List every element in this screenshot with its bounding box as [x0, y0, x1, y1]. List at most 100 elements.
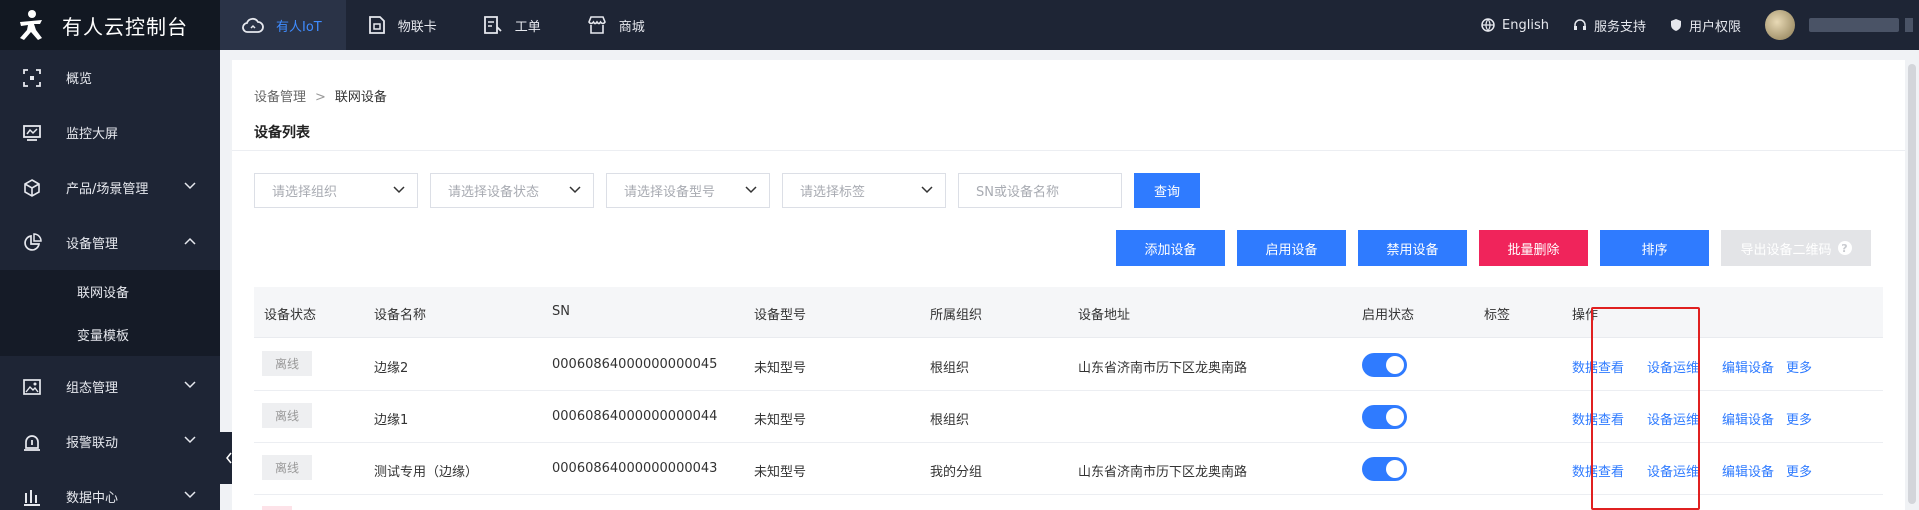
- language-switch[interactable]: English: [1481, 18, 1549, 33]
- sidebar-subitem-label: 联网设备: [77, 286, 130, 301]
- sidebar-item-label: 组态管理: [66, 381, 119, 396]
- edit-device-link[interactable]: 编辑设备: [1722, 357, 1774, 376]
- chevron-down-icon: [184, 491, 196, 499]
- permissions-link[interactable]: 用户权限: [1670, 16, 1741, 35]
- divider: [232, 150, 1905, 151]
- enable-toggle[interactable]: [1362, 353, 1407, 377]
- language-label: English: [1502, 17, 1549, 33]
- topnav-iot[interactable]: 有人IoT: [220, 0, 346, 50]
- sim-card-icon: [368, 16, 385, 34]
- device-org: 我的分组: [930, 465, 983, 480]
- status-badge: 离线: [262, 455, 312, 480]
- page-title: 设备列表: [254, 125, 310, 141]
- topnav-sim[interactable]: 物联卡: [346, 0, 461, 50]
- column-header: 设备型号: [754, 308, 807, 323]
- support-label: 服务支持: [1593, 19, 1646, 35]
- column-header: 设备地址: [1078, 308, 1131, 323]
- search-input[interactable]: SN或设备名称: [958, 173, 1122, 208]
- sidebar-item-config[interactable]: 组态管理: [0, 359, 220, 414]
- topnav-sim-label: 物联卡: [397, 19, 437, 35]
- batch-delete-button[interactable]: 批量删除: [1479, 230, 1588, 266]
- sidebar: 概览 监控大屏 产品/场景管理 设备管理 联网设备 变量模板 组态管理 报警联动…: [0, 50, 220, 510]
- support-link[interactable]: 服务支持: [1573, 16, 1646, 35]
- highlight-box: [1591, 307, 1700, 510]
- chevron-down-icon: [569, 186, 581, 194]
- topnav-shop[interactable]: 商城: [565, 0, 669, 50]
- avatar[interactable]: [1765, 10, 1795, 40]
- permissions-label: 用户权限: [1688, 19, 1741, 35]
- shield-icon: [1670, 19, 1681, 31]
- model-select[interactable]: 请选择设备型号: [606, 173, 770, 208]
- topnav-ticket[interactable]: 工单: [461, 0, 565, 50]
- sidebar-subitem-label: 变量模板: [77, 329, 130, 344]
- app-title: 有人云控制台: [62, 14, 188, 39]
- top-right-menu: English 服务支持 用户权限: [1481, 0, 1919, 50]
- status-select-placeholder: 请选择设备状态: [448, 185, 540, 200]
- pie-chart-icon: [24, 233, 42, 251]
- more-link[interactable]: 更多: [1786, 357, 1812, 376]
- shop-icon: [587, 16, 606, 34]
- more-link[interactable]: 更多: [1786, 461, 1812, 480]
- enable-toggle[interactable]: [1362, 457, 1407, 481]
- model-select-placeholder: 请选择设备型号: [624, 185, 716, 200]
- add-device-button[interactable]: 添加设备: [1116, 230, 1225, 266]
- status-badge: 离线: [262, 351, 312, 376]
- device-name: 测试专用（边缘）: [374, 465, 479, 480]
- cube-icon: [24, 179, 40, 197]
- breadcrumb-parent[interactable]: 设备管理: [254, 90, 306, 105]
- sidebar-item-label: 报警联动: [66, 436, 119, 451]
- enable-toggle[interactable]: [1362, 405, 1407, 429]
- query-button[interactable]: 查询: [1134, 173, 1200, 208]
- org-select[interactable]: 请选择组织: [254, 173, 418, 208]
- monitor-icon: [23, 125, 41, 141]
- sidebar-item-label: 产品/场景管理: [66, 182, 149, 197]
- breadcrumb-current: 联网设备: [334, 90, 387, 105]
- enable-device-button[interactable]: 启用设备: [1237, 230, 1346, 266]
- image-icon: [23, 379, 41, 395]
- sidebar-item-label: 概览: [66, 72, 93, 87]
- device-address: 山东省济南市历下区龙奥南路: [1078, 361, 1248, 376]
- chevron-down-icon: [184, 182, 196, 190]
- export-qr-label: 导出设备二维码: [1740, 242, 1832, 258]
- tag-select[interactable]: 请选择标签: [782, 173, 946, 208]
- sidebar-item-overview[interactable]: 概览: [0, 50, 220, 105]
- sidebar-item-product[interactable]: 产品/场景管理: [0, 160, 220, 215]
- sidebar-item-alarm[interactable]: 报警联动: [0, 414, 220, 469]
- org-select-placeholder: 请选择组织: [272, 185, 338, 200]
- column-header: 标签: [1484, 308, 1511, 323]
- alarm-icon: [24, 435, 40, 451]
- sort-button[interactable]: 排序: [1600, 230, 1709, 266]
- device-model: 未知型号: [754, 361, 807, 376]
- status-badge: 离线: [262, 403, 312, 428]
- table-row-partial: [254, 504, 314, 510]
- device-org: 根组织: [930, 361, 970, 376]
- status-select[interactable]: 请选择设备状态: [430, 173, 594, 208]
- ticket-icon: [483, 16, 502, 34]
- status-badge: [262, 506, 292, 510]
- sidebar-item-label: 监控大屏: [66, 127, 119, 142]
- brand[interactable]: 有人云控制台: [0, 0, 220, 50]
- more-link[interactable]: 更多: [1786, 409, 1812, 428]
- edit-device-link[interactable]: 编辑设备: [1722, 461, 1774, 480]
- sidebar-subitem-variable-templates[interactable]: 变量模板: [0, 313, 220, 356]
- sidebar-subitem-networked-devices[interactable]: 联网设备: [0, 270, 220, 313]
- account-menu-toggle[interactable]: [1905, 18, 1913, 32]
- logo-icon: [20, 10, 42, 40]
- device-model: 未知型号: [754, 465, 807, 480]
- scrollbar-thumb[interactable]: [1908, 64, 1916, 504]
- device-sn: 00060864000000000043: [552, 461, 718, 476]
- device-model: 未知型号: [754, 413, 807, 428]
- topnav-shop-label: 商城: [618, 19, 645, 35]
- sidebar-item-monitor[interactable]: 监控大屏: [0, 105, 220, 160]
- device-name: 边缘2: [374, 361, 409, 376]
- username-redacted[interactable]: [1809, 18, 1899, 32]
- edit-device-link[interactable]: 编辑设备: [1722, 409, 1774, 428]
- topnav-ticket-label: 工单: [514, 19, 541, 35]
- disable-device-button[interactable]: 禁用设备: [1358, 230, 1467, 266]
- device-sn: 00060864000000000045: [552, 357, 718, 372]
- help-icon: ?: [1837, 241, 1852, 255]
- sidebar-item-data-center[interactable]: 数据中心: [0, 469, 220, 510]
- page-scrollbar[interactable]: [1905, 60, 1919, 510]
- sidebar-item-device-mgmt[interactable]: 设备管理: [0, 215, 220, 270]
- top-nav: 有人IoT 物联卡 工单 商城: [220, 0, 669, 50]
